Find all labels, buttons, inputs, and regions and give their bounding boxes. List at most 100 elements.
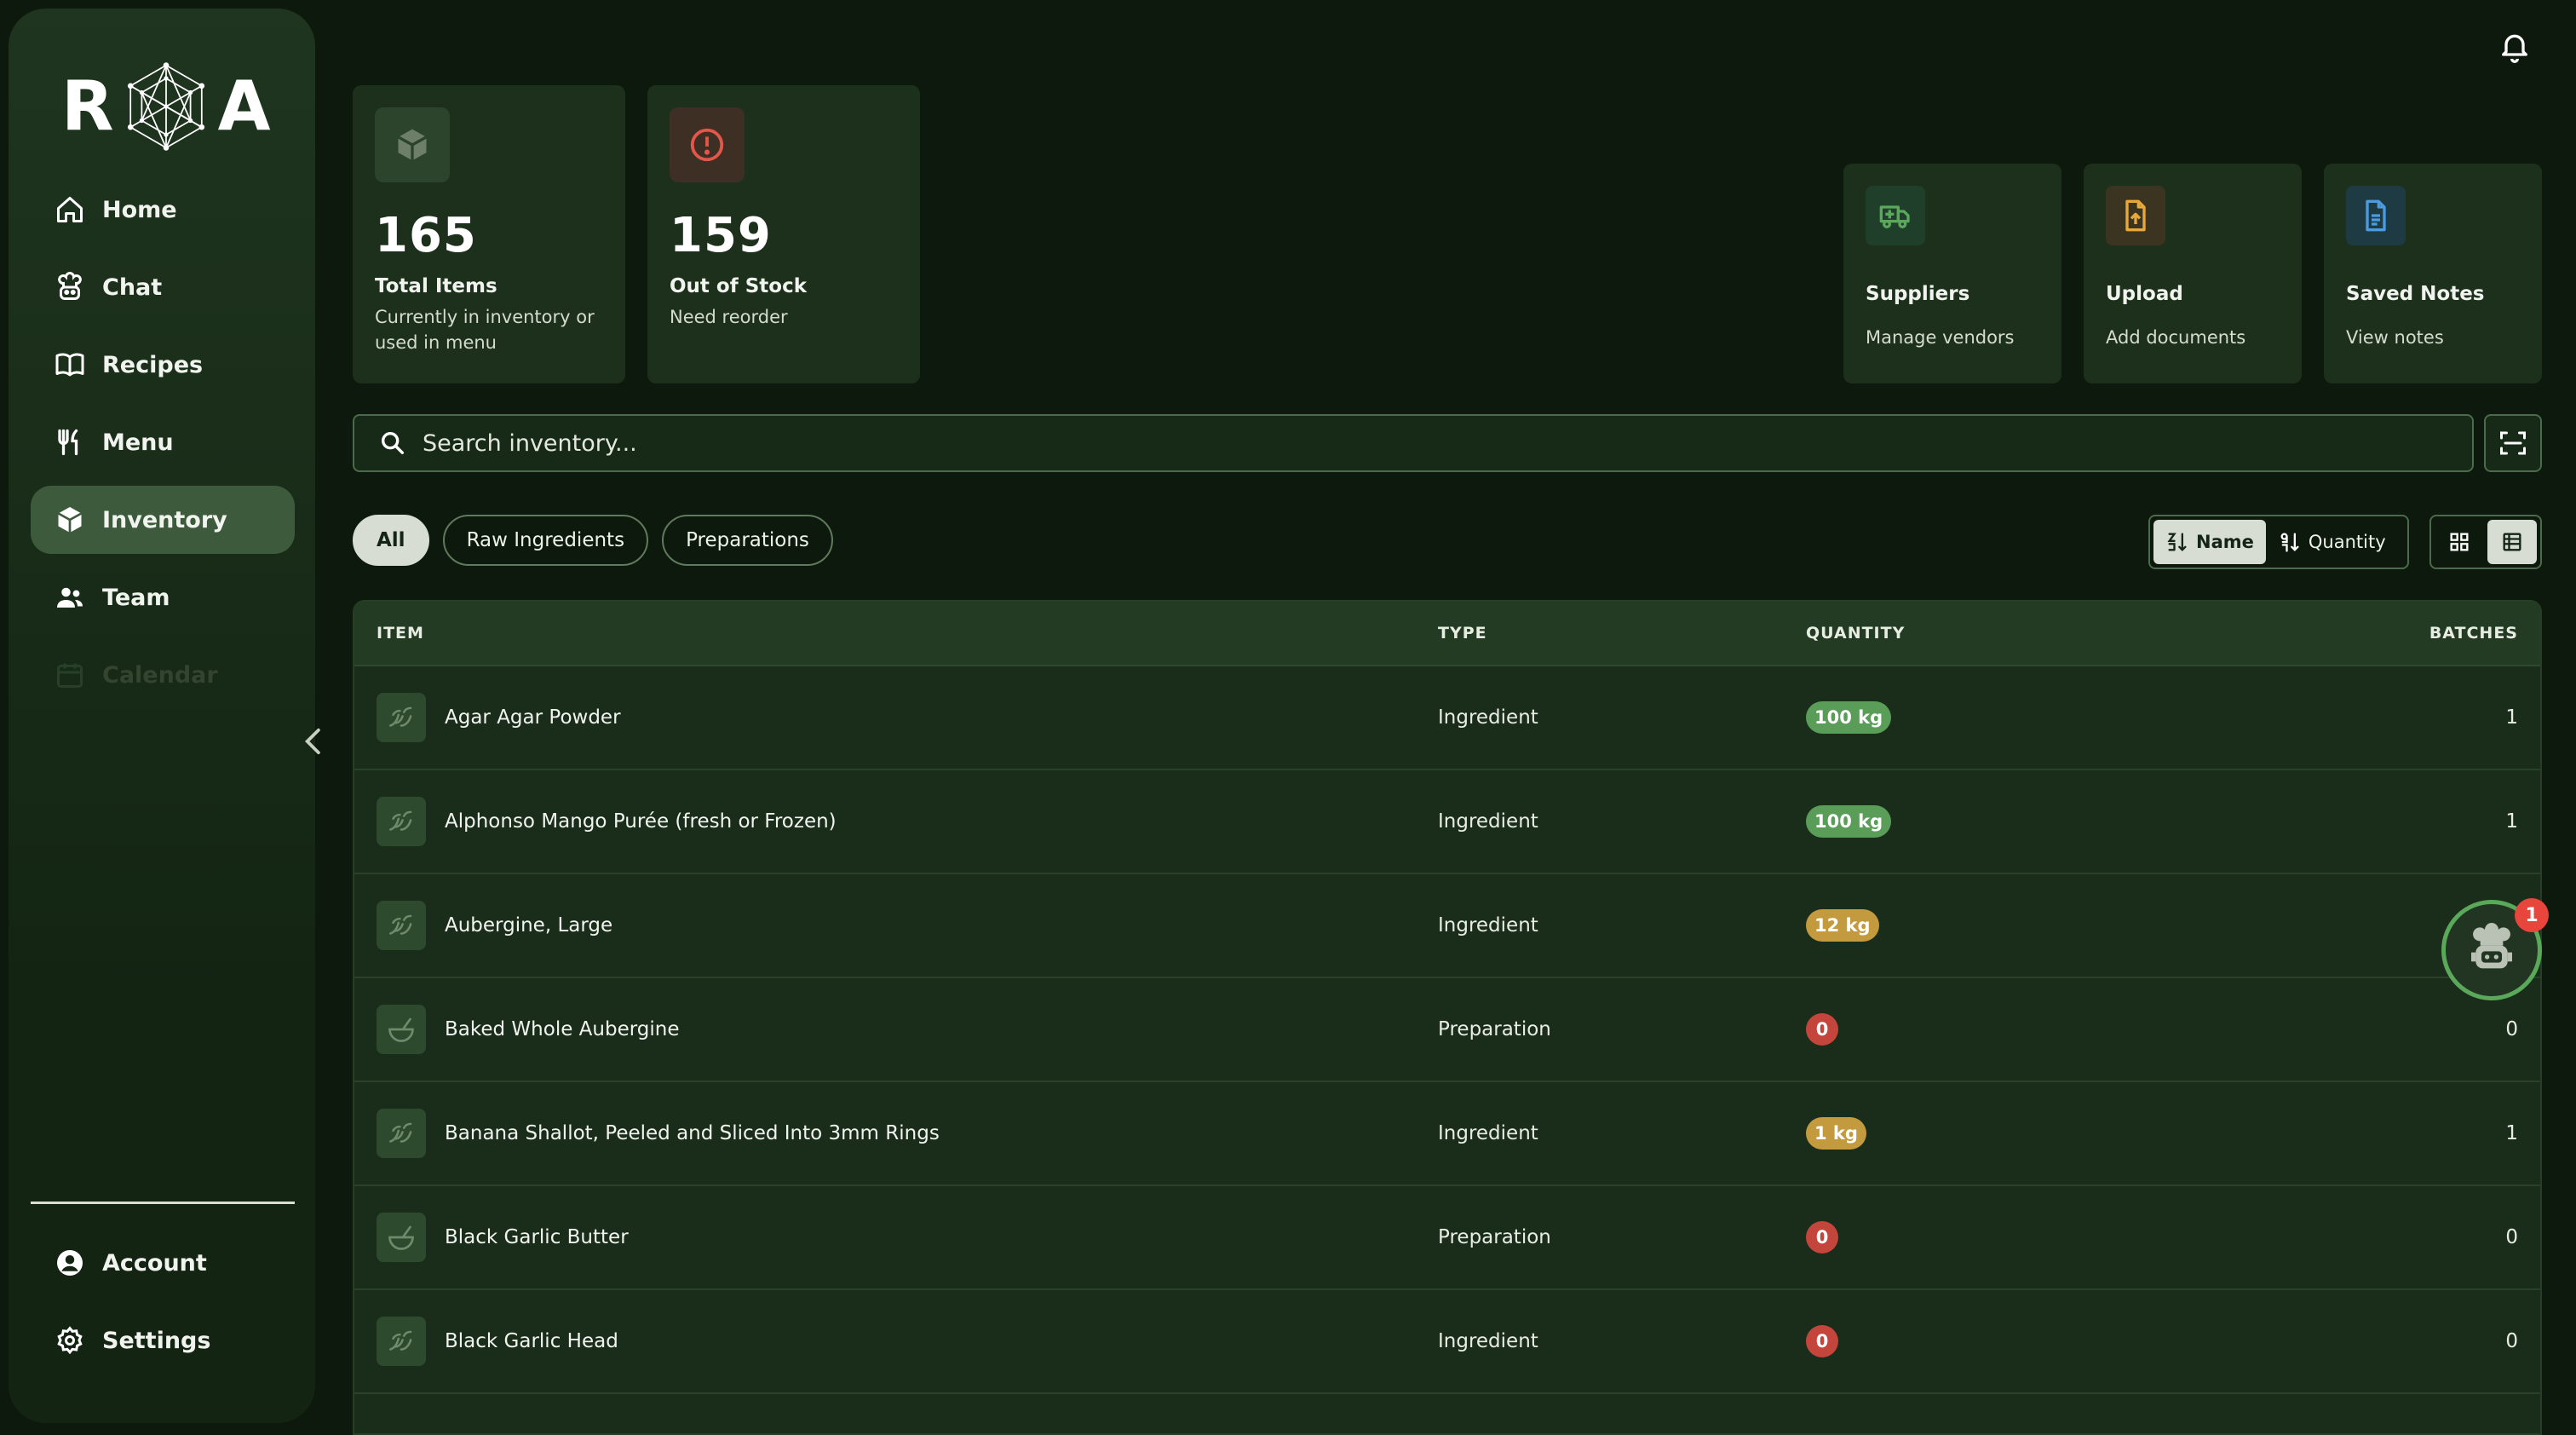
bell-icon[interactable]	[2498, 29, 2532, 63]
total-items-icon-box	[375, 107, 450, 182]
item-cell: Agar Agar Powder	[377, 693, 621, 742]
item-type: Preparation	[1438, 1018, 1551, 1040]
item-name: Aubergine, Large	[445, 914, 613, 936]
quantity-badge: 0	[1806, 1221, 1838, 1253]
ingredient-leaf-icon	[377, 797, 426, 846]
logo-letter-right: A	[217, 66, 271, 146]
item-type: Ingredient	[1438, 810, 1538, 833]
sidebar-item-account[interactable]: Account	[31, 1229, 295, 1297]
sidebar-item-team[interactable]: Team	[31, 563, 295, 631]
sidebar-item-calendar[interactable]: Calendar	[31, 641, 295, 709]
batches-count: 0	[2505, 1018, 2518, 1040]
gear-icon	[57, 1326, 83, 1355]
quantity-cell: 0	[1806, 1325, 1838, 1357]
collapse-sidebar-chevron-icon[interactable]	[298, 723, 329, 760]
saved-notes-subtitle: View notes	[2346, 327, 2444, 348]
out-of-stock-card: 159 Out of Stock Need reorder	[647, 85, 920, 383]
item-type: Ingredient	[1438, 1122, 1538, 1144]
sort-numeric-icon	[2280, 533, 2299, 552]
sort-by-quantity-button[interactable]: Quantity	[2266, 520, 2398, 564]
quantity-badge: 0	[1806, 1013, 1838, 1046]
column-header-item[interactable]: ITEM	[377, 624, 424, 643]
quantity-cell: 0	[1806, 1013, 1838, 1046]
saved-notes-title: Saved Notes	[2346, 283, 2485, 305]
table-row[interactable]: Agar Agar Powder Ingredient 100 kg 1	[354, 666, 2540, 770]
quantity-badge: 100 kg	[1806, 805, 1892, 838]
item-name: Black Garlic Head	[445, 1330, 618, 1352]
sidebar-item-label: Home	[102, 196, 177, 223]
table-row[interactable]: Baked Whole Aubergine Preparation 0 0	[354, 978, 2540, 1082]
sidebar-item-chat[interactable]: Chat	[31, 253, 295, 321]
item-name: Agar Agar Powder	[445, 706, 621, 729]
quantity-cell: 12 kg	[1806, 909, 1879, 942]
quantity-cell: 1 kg	[1806, 1117, 1866, 1150]
sort-by-name-button[interactable]: Name	[2153, 520, 2266, 564]
column-header-type[interactable]: TYPE	[1438, 624, 1487, 643]
sidebar-item-settings[interactable]: Settings	[31, 1306, 295, 1374]
table-row[interactable]: Black Garlic Butter Preparation 0 0	[354, 1186, 2540, 1290]
item-cell: Banana Shallot, Peeled and Sliced Into 3…	[377, 1109, 940, 1158]
batches-count: 0	[2505, 1330, 2518, 1352]
ingredient-leaf-icon	[377, 1317, 426, 1366]
column-header-batches[interactable]: BATCHES	[2429, 624, 2518, 643]
upload-title: Upload	[2106, 283, 2183, 305]
item-type: Ingredient	[1438, 1330, 1538, 1352]
scan-button[interactable]	[2484, 414, 2542, 472]
ingredient-leaf-icon	[377, 901, 426, 950]
chef-robot-icon	[2471, 923, 2512, 969]
table-row[interactable]: Black Garlic Head Ingredient 0 0	[354, 1290, 2540, 1394]
filter-chips: All Raw Ingredients Preparations	[353, 515, 833, 566]
sidebar-item-label: Recipes	[102, 351, 204, 378]
sidebar-item-recipes[interactable]: Recipes	[31, 331, 295, 399]
sidebar-divider	[31, 1202, 295, 1204]
sidebar: R A Home Chat Recipes Menu Inventory Tea…	[9, 9, 315, 1423]
out-of-stock-title: Out of Stock	[670, 275, 808, 297]
total-items-subtitle: Currently in inventory or used in menu	[375, 307, 595, 353]
suppliers-icon-box	[1866, 186, 1925, 245]
scan-icon	[2500, 431, 2526, 455]
filter-raw-ingredients[interactable]: Raw Ingredients	[442, 515, 649, 566]
out-of-stock-subtitle: Need reorder	[670, 307, 788, 327]
batches-count: 0	[2505, 1226, 2518, 1248]
sort-by-quantity-label: Quantity	[2308, 532, 2386, 552]
quantity-cell: 100 kg	[1806, 701, 1892, 734]
grid-view-button[interactable]	[2435, 520, 2484, 564]
upload-icon-box	[2106, 186, 2165, 245]
list-view-button[interactable]	[2487, 520, 2537, 564]
table-row[interactable]: Alphonso Mango Purée (fresh or Frozen) In…	[354, 770, 2540, 874]
chef-icon	[58, 272, 82, 300]
quantity-badge: 1 kg	[1806, 1117, 1866, 1150]
item-cell: Baked Whole Aubergine	[377, 1005, 680, 1054]
user-circle-icon	[57, 1250, 83, 1276]
users-icon	[57, 587, 83, 608]
box-icon	[397, 129, 428, 161]
sidebar-item-label: Team	[102, 584, 170, 611]
column-header-quantity[interactable]: QUANTITY	[1806, 624, 1905, 643]
search-input[interactable]	[421, 429, 2383, 458]
upload-card[interactable]: Upload Add documents	[2084, 164, 2302, 383]
utensils-icon	[58, 429, 78, 456]
table-row[interactable]: Banana Shallot, Peeled and Sliced Into 3…	[354, 1082, 2540, 1186]
brand-logo[interactable]: R A	[61, 60, 271, 153]
table-body: Agar Agar Powder Ingredient 100 kg 1 Alphons…	[354, 666, 2540, 1394]
sidebar-item-inventory[interactable]: Inventory	[31, 486, 295, 554]
filter-preparations[interactable]: Preparations	[662, 515, 833, 566]
sort-by-name-label: Name	[2196, 532, 2254, 552]
sort-toggle-group: Name Quantity	[2148, 515, 2409, 569]
out-of-stock-value: 159	[670, 208, 772, 263]
grid-icon	[2450, 533, 2469, 551]
sidebar-item-label: Settings	[102, 1327, 211, 1354]
sidebar-item-home[interactable]: Home	[31, 176, 295, 244]
item-name: Alphonso Mango Purée (fresh or Frozen)	[445, 810, 837, 833]
suppliers-card[interactable]: Suppliers Manage vendors	[1843, 164, 2061, 383]
saved-notes-card[interactable]: Saved Notes View notes	[2324, 164, 2542, 383]
chef-assistant-button[interactable]: 1	[2441, 898, 2549, 1000]
sort-alpha-icon	[2167, 533, 2187, 551]
mortar-pestle-icon	[377, 1213, 426, 1262]
item-cell: Alphonso Mango Purée (fresh or Frozen)	[377, 797, 837, 846]
filter-all[interactable]: All	[353, 515, 429, 566]
table-row[interactable]: Aubergine, Large Ingredient 12 kg	[354, 874, 2540, 978]
suppliers-subtitle: Manage vendors	[1866, 327, 2015, 348]
ingredient-leaf-icon	[377, 693, 426, 742]
sidebar-item-menu[interactable]: Menu	[31, 408, 295, 476]
